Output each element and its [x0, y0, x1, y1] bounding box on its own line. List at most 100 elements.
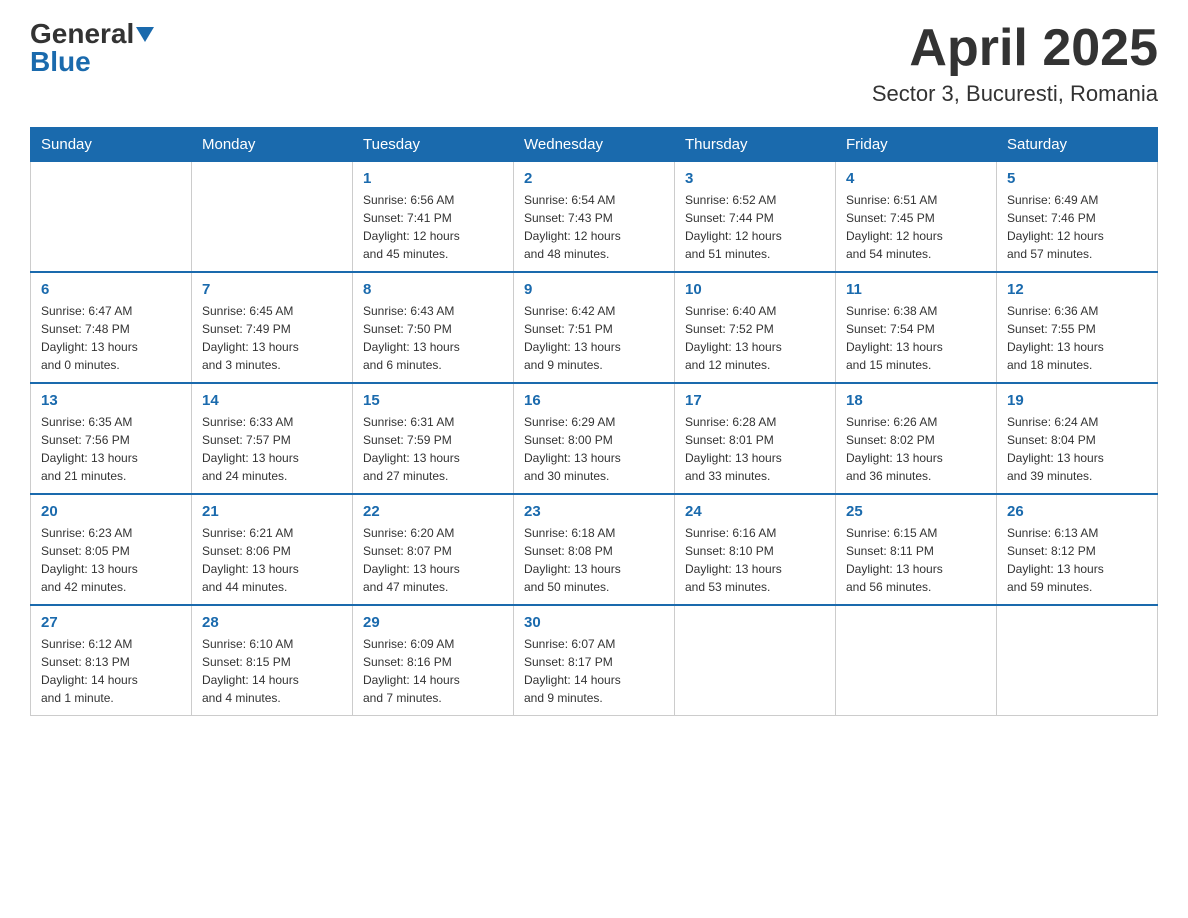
calendar-cell: 18 Sunrise: 6:26 AMSunset: 8:02 PMDayligh…: [836, 383, 997, 494]
calendar-cell: 8 Sunrise: 6:43 AMSunset: 7:50 PMDaylight…: [353, 272, 514, 383]
header: General Blue April 2025 Sector 3, Bucure…: [30, 20, 1158, 107]
day-info: Sunrise: 6:31 AMSunset: 7:59 PMDaylight:…: [363, 413, 503, 485]
day-info: Sunrise: 6:29 AMSunset: 8:00 PMDaylight:…: [524, 413, 664, 485]
day-info: Sunrise: 6:16 AMSunset: 8:10 PMDaylight:…: [685, 524, 825, 596]
day-info: Sunrise: 6:18 AMSunset: 8:08 PMDaylight:…: [524, 524, 664, 596]
calendar-cell: 25 Sunrise: 6:15 AMSunset: 8:11 PMDayligh…: [836, 494, 997, 605]
day-number: 16: [524, 392, 664, 409]
weekday-header-wednesday: Wednesday: [514, 128, 675, 162]
calendar-cell: 24 Sunrise: 6:16 AMSunset: 8:10 PMDayligh…: [675, 494, 836, 605]
calendar-cell: [836, 605, 997, 716]
day-number: 6: [41, 281, 181, 298]
day-number: 8: [363, 281, 503, 298]
day-number: 28: [202, 614, 342, 631]
day-info: Sunrise: 6:35 AMSunset: 7:56 PMDaylight:…: [41, 413, 181, 485]
day-info: Sunrise: 6:21 AMSunset: 8:06 PMDaylight:…: [202, 524, 342, 596]
calendar-cell: 26 Sunrise: 6:13 AMSunset: 8:12 PMDayligh…: [997, 494, 1158, 605]
location-title: Sector 3, Bucuresti, Romania: [872, 81, 1158, 107]
day-info: Sunrise: 6:42 AMSunset: 7:51 PMDaylight:…: [524, 302, 664, 374]
day-number: 23: [524, 503, 664, 520]
day-number: 29: [363, 614, 503, 631]
calendar-cell: 22 Sunrise: 6:20 AMSunset: 8:07 PMDayligh…: [353, 494, 514, 605]
day-number: 19: [1007, 392, 1147, 409]
calendar-week-row: 20Sunrise: 6:23 AMSunset: 8:05 PMDayligh…: [31, 494, 1158, 605]
day-number: 4: [846, 170, 986, 187]
calendar-cell: 30 Sunrise: 6:07 AMSunset: 8:17 PMDayligh…: [514, 605, 675, 716]
calendar-cell: [192, 162, 353, 273]
day-info: Sunrise: 6:24 AMSunset: 8:04 PMDaylight:…: [1007, 413, 1147, 485]
day-number: 9: [524, 281, 664, 298]
calendar-cell: 12 Sunrise: 6:36 AMSunset: 7:55 PMDayligh…: [997, 272, 1158, 383]
logo-general-text: General: [30, 20, 134, 48]
calendar-cell: 20Sunrise: 6:23 AMSunset: 8:05 PMDayligh…: [31, 494, 192, 605]
calendar-week-row: 13Sunrise: 6:35 AMSunset: 7:56 PMDayligh…: [31, 383, 1158, 494]
calendar-body: 1Sunrise: 6:56 AMSunset: 7:41 PMDaylight…: [31, 162, 1158, 716]
calendar-cell: 11Sunrise: 6:38 AMSunset: 7:54 PMDayligh…: [836, 272, 997, 383]
calendar-cell: 13Sunrise: 6:35 AMSunset: 7:56 PMDayligh…: [31, 383, 192, 494]
day-info: Sunrise: 6:54 AMSunset: 7:43 PMDaylight:…: [524, 191, 664, 263]
day-number: 21: [202, 503, 342, 520]
day-info: Sunrise: 6:26 AMSunset: 8:02 PMDaylight:…: [846, 413, 986, 485]
day-number: 20: [41, 503, 181, 520]
calendar-cell: [675, 605, 836, 716]
calendar-cell: [31, 162, 192, 273]
day-number: 18: [846, 392, 986, 409]
day-info: Sunrise: 6:20 AMSunset: 8:07 PMDaylight:…: [363, 524, 503, 596]
title-area: April 2025 Sector 3, Bucuresti, Romania: [872, 20, 1158, 107]
weekday-header-monday: Monday: [192, 128, 353, 162]
calendar-cell: 5Sunrise: 6:49 AMSunset: 7:46 PMDaylight…: [997, 162, 1158, 273]
day-number: 14: [202, 392, 342, 409]
day-number: 15: [363, 392, 503, 409]
logo-blue-text: Blue: [30, 48, 91, 76]
day-info: Sunrise: 6:45 AMSunset: 7:49 PMDaylight:…: [202, 302, 342, 374]
calendar-week-row: 1Sunrise: 6:56 AMSunset: 7:41 PMDaylight…: [31, 162, 1158, 273]
day-number: 2: [524, 170, 664, 187]
calendar-header: SundayMondayTuesdayWednesdayThursdayFrid…: [31, 128, 1158, 162]
day-number: 5: [1007, 170, 1147, 187]
calendar-cell: 2 Sunrise: 6:54 AMSunset: 7:43 PMDaylight…: [514, 162, 675, 273]
weekday-header-thursday: Thursday: [675, 128, 836, 162]
day-info: Sunrise: 6:43 AMSunset: 7:50 PMDaylight:…: [363, 302, 503, 374]
day-number: 24: [685, 503, 825, 520]
day-info: Sunrise: 6:09 AMSunset: 8:16 PMDaylight:…: [363, 635, 503, 707]
day-number: 10: [685, 281, 825, 298]
calendar-table: SundayMondayTuesdayWednesdayThursdayFrid…: [30, 127, 1158, 716]
day-info: Sunrise: 6:13 AMSunset: 8:12 PMDaylight:…: [1007, 524, 1147, 596]
calendar-cell: 28 Sunrise: 6:10 AMSunset: 8:15 PMDayligh…: [192, 605, 353, 716]
day-info: Sunrise: 6:07 AMSunset: 8:17 PMDaylight:…: [524, 635, 664, 707]
calendar-cell: 14 Sunrise: 6:33 AMSunset: 7:57 PMDayligh…: [192, 383, 353, 494]
day-number: 30: [524, 614, 664, 631]
day-info: Sunrise: 6:52 AMSunset: 7:44 PMDaylight:…: [685, 191, 825, 263]
weekday-header-friday: Friday: [836, 128, 997, 162]
day-number: 7: [202, 281, 342, 298]
calendar-cell: 15 Sunrise: 6:31 AMSunset: 7:59 PMDayligh…: [353, 383, 514, 494]
day-info: Sunrise: 6:15 AMSunset: 8:11 PMDaylight:…: [846, 524, 986, 596]
day-number: 12: [1007, 281, 1147, 298]
calendar-cell: 17Sunrise: 6:28 AMSunset: 8:01 PMDayligh…: [675, 383, 836, 494]
day-info: Sunrise: 6:47 AMSunset: 7:48 PMDaylight:…: [41, 302, 181, 374]
day-info: Sunrise: 6:36 AMSunset: 7:55 PMDaylight:…: [1007, 302, 1147, 374]
day-number: 3: [685, 170, 825, 187]
day-number: 22: [363, 503, 503, 520]
day-info: Sunrise: 6:40 AMSunset: 7:52 PMDaylight:…: [685, 302, 825, 374]
day-info: Sunrise: 6:33 AMSunset: 7:57 PMDaylight:…: [202, 413, 342, 485]
logo-triangle-icon: [136, 27, 154, 42]
calendar-cell: 21 Sunrise: 6:21 AMSunset: 8:06 PMDayligh…: [192, 494, 353, 605]
day-number: 25: [846, 503, 986, 520]
weekday-header-tuesday: Tuesday: [353, 128, 514, 162]
day-number: 27: [41, 614, 181, 631]
calendar-cell: 10 Sunrise: 6:40 AMSunset: 7:52 PMDayligh…: [675, 272, 836, 383]
calendar-week-row: 27Sunrise: 6:12 AMSunset: 8:13 PMDayligh…: [31, 605, 1158, 716]
calendar-week-row: 6 Sunrise: 6:47 AMSunset: 7:48 PMDaylight…: [31, 272, 1158, 383]
calendar-cell: 9 Sunrise: 6:42 AMSunset: 7:51 PMDaylight…: [514, 272, 675, 383]
month-title: April 2025: [872, 20, 1158, 77]
weekday-header-sunday: Sunday: [31, 128, 192, 162]
calendar-cell: 29 Sunrise: 6:09 AMSunset: 8:16 PMDayligh…: [353, 605, 514, 716]
weekday-header-row: SundayMondayTuesdayWednesdayThursdayFrid…: [31, 128, 1158, 162]
day-number: 17: [685, 392, 825, 409]
calendar-cell: 1Sunrise: 6:56 AMSunset: 7:41 PMDaylight…: [353, 162, 514, 273]
day-info: Sunrise: 6:10 AMSunset: 8:15 PMDaylight:…: [202, 635, 342, 707]
day-number: 26: [1007, 503, 1147, 520]
calendar-cell: 23 Sunrise: 6:18 AMSunset: 8:08 PMDayligh…: [514, 494, 675, 605]
day-number: 1: [363, 170, 503, 187]
